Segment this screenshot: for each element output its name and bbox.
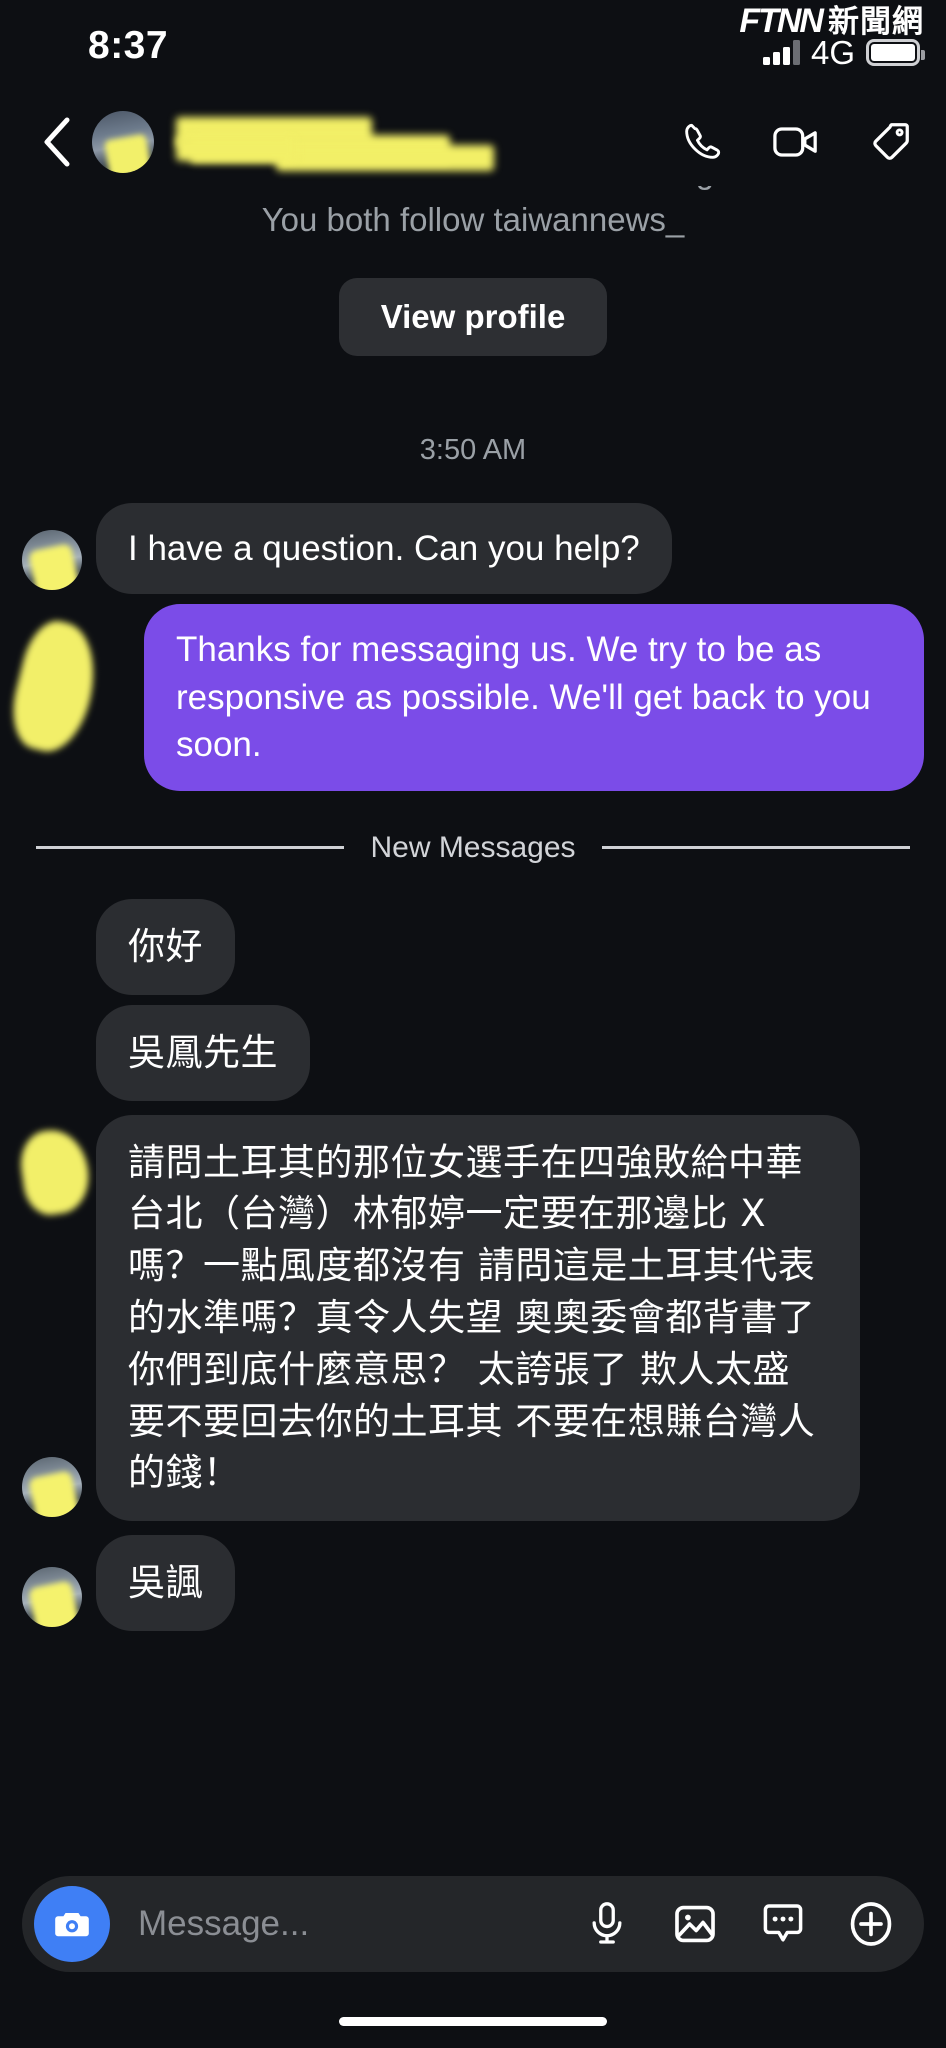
microphone-button[interactable] [580, 1897, 634, 1951]
message-bubble-incoming[interactable]: 你好 [96, 898, 235, 995]
sender-avatar[interactable] [22, 1457, 82, 1518]
camera-button[interactable] [34, 1886, 110, 1962]
sticker-button[interactable] [756, 1897, 810, 1951]
add-attachment-button[interactable] [844, 1897, 898, 1951]
message-row: 吳鳳先生 [22, 1004, 924, 1101]
camera-icon [55, 1912, 89, 1937]
message-row: I have a question. Can you help? [22, 502, 924, 595]
status-time: 8:37 [88, 24, 169, 67]
message-bubble-incoming[interactable]: I have a question. Can you help? [96, 502, 672, 595]
tag-button[interactable] [864, 116, 916, 168]
home-indicator [339, 2017, 607, 2026]
message-input[interactable]: Message... [110, 1904, 580, 1944]
message-bubble-incoming[interactable]: 吳鳳先生 [96, 1004, 310, 1101]
composer-icons [580, 1897, 904, 1951]
message-composer: Message... [22, 1876, 924, 1972]
gallery-button[interactable] [668, 1897, 722, 1951]
video-call-button[interactable] [770, 116, 822, 168]
phone-icon [685, 123, 721, 159]
chevron-left-icon [44, 117, 70, 167]
sender-avatar[interactable] [22, 1566, 82, 1627]
intro-line-follow-status-text: You don't follow each other on Instagram [22, 186, 924, 194]
new-messages-separator: New Messages [36, 830, 911, 865]
avatar-redaction-mark [27, 543, 81, 591]
video-icon [773, 127, 817, 157]
profile-intro: You don't follow each other on Instagram… [22, 186, 924, 356]
watermark-mark-text: FTNN [739, 2, 824, 40]
status-bar: 8:37 FTNN 新聞網 4G [0, 0, 946, 98]
separator-line-right [601, 846, 911, 850]
avatar-redaction-mark [27, 1469, 81, 1518]
microphone-icon [592, 1902, 622, 1944]
signal-strength-icon [762, 40, 800, 65]
status-indicators: 4G [762, 34, 925, 71]
intro-line-follow-status: You don't follow each other on Instagram [22, 186, 924, 198]
message-row: 吳諷 [22, 1535, 924, 1631]
ftnn-watermark-logo: FTNN 新聞網 [739, 4, 924, 38]
sender-avatar[interactable] [22, 530, 82, 591]
avatar-redaction-mark [27, 1579, 81, 1627]
phone-call-button[interactable] [676, 116, 728, 168]
avatar-redaction-mark [103, 133, 153, 173]
message-timestamp: 3:50 AM [419, 433, 527, 466]
separator-line-left [36, 846, 345, 850]
message-row: 請問土耳其的那位女選手在四強敗給中華台北（台灣）林郁婷一定要在那邊比 X 嗎？一… [22, 1114, 924, 1522]
contact-avatar[interactable] [92, 111, 154, 173]
image-icon [675, 1905, 715, 1943]
view-profile-button[interactable]: View profile [338, 277, 608, 356]
back-button[interactable] [30, 116, 82, 168]
network-type-label: 4G [810, 34, 855, 71]
messenger-chat-screen: 8:37 FTNN 新聞網 4G You both follow taiwann… [0, 0, 946, 2048]
message-row: Thanks for messaging us. We try to be as… [22, 604, 924, 791]
contact-name-redacted[interactable] [176, 111, 656, 173]
message-bubble-incoming[interactable]: 請問土耳其的那位女選手在四強敗給中華台北（台灣）林郁婷一定要在那邊比 X 嗎？一… [96, 1114, 860, 1522]
battery-icon [866, 39, 925, 66]
header-actions [676, 116, 916, 168]
message-bubble-outgoing[interactable]: Thanks for messaging us. We try to be as… [144, 604, 924, 791]
plus-icon [850, 1902, 892, 1946]
message-bubble-incoming[interactable]: 吳諷 [96, 1535, 235, 1631]
new-messages-label: New Messages [370, 830, 576, 864]
tag-icon [873, 123, 909, 160]
message-row: 你好 [22, 898, 924, 995]
message-thread[interactable]: You don't follow each other on Instagram… [0, 186, 946, 1880]
watermark-chinese-text: 新聞網 [828, 3, 924, 39]
intro-line-mutual: You both follow taiwannews_ [261, 201, 685, 238]
sticker-icon [763, 1904, 803, 1942]
chat-header [0, 98, 946, 186]
